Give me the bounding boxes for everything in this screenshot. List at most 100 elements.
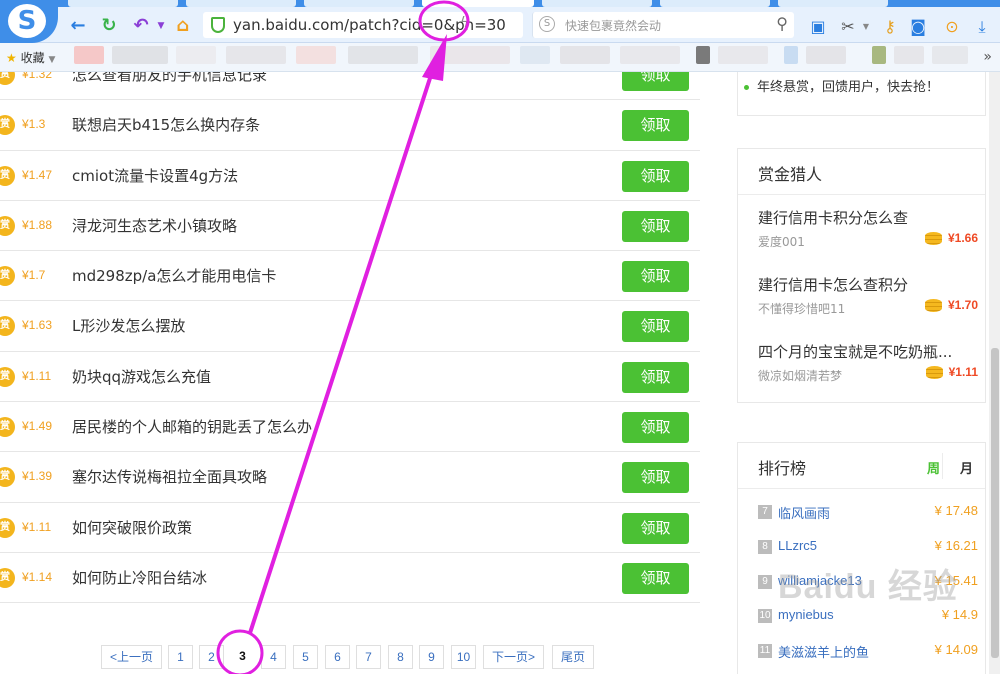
claim-button[interactable]: 领取: [622, 72, 689, 91]
page-9-button[interactable]: 9: [419, 645, 444, 669]
leaderboard-row: 7 临风画雨 ¥ 17.48: [758, 503, 978, 523]
bookmark-item[interactable]: [696, 46, 710, 64]
undo-dropdown-icon[interactable]: ▼: [150, 15, 172, 37]
browser-tab[interactable]: [778, 0, 888, 7]
claim-button[interactable]: 领取: [622, 412, 689, 444]
address-bar[interactable]: yan.baidu.com/patch?cid=0&pn=30 ϟ: [203, 12, 523, 38]
task-title[interactable]: 如何突破限价政策: [72, 517, 192, 538]
back-icon[interactable]: ←: [67, 15, 89, 37]
bookmark-item[interactable]: [226, 46, 286, 64]
bounty-hunter-item[interactable]: 建行信用卡积分怎么查 爱度001 ¥1.66: [758, 207, 978, 249]
bookmark-item[interactable]: [932, 46, 968, 64]
prev-page-button[interactable]: <上一页: [101, 645, 162, 669]
task-title[interactable]: 奶块qq游戏怎么充值: [72, 366, 211, 387]
task-title[interactable]: md298zp/a怎么才能用电信卡: [72, 265, 276, 286]
download-icon[interactable]: ⤓: [972, 17, 992, 37]
undo-close-icon[interactable]: ↶: [130, 15, 152, 37]
hunter-question[interactable]: 四个月的宝宝就是不吃奶瓶...: [758, 341, 978, 362]
scrollbar-thumb[interactable]: [991, 348, 999, 658]
translate-icon[interactable]: ◙: [908, 17, 928, 37]
browser-tab[interactable]: [304, 0, 414, 7]
promo-notice[interactable]: 年终悬赏，回馈用户，快去抢！: [744, 76, 939, 95]
tab-week[interactable]: 周: [927, 462, 940, 477]
hunter-question[interactable]: 建行信用卡怎么查积分: [758, 274, 978, 295]
next-page-button[interactable]: 下一页>: [483, 645, 544, 669]
more-icon[interactable]: ⊙: [942, 17, 962, 37]
hunter-username[interactable]: 微凉如烟清若梦: [758, 367, 842, 384]
key-icon[interactable]: ⚷: [880, 17, 900, 37]
hunter-username[interactable]: 爱度001: [758, 233, 805, 250]
task-title[interactable]: 怎么查看朋友的手机信息记录: [72, 72, 267, 85]
claim-button[interactable]: 领取: [622, 261, 689, 293]
task-title[interactable]: cmiot流量卡设置4g方法: [72, 165, 238, 186]
claim-button[interactable]: 领取: [622, 562, 689, 594]
reader-mode-icon[interactable]: ▣: [808, 17, 828, 37]
browser-tab[interactable]: [660, 0, 770, 7]
coin-stack-icon: [925, 366, 943, 380]
scissors-dropdown-icon[interactable]: ▼: [856, 17, 876, 37]
bookmark-item[interactable]: [348, 46, 418, 64]
task-title[interactable]: 如何防止冷阳台结冰: [72, 567, 207, 588]
bookmark-item[interactable]: [74, 46, 104, 64]
page-10-button[interactable]: 10: [451, 645, 476, 669]
bookmark-item[interactable]: [430, 46, 510, 64]
bookmark-item[interactable]: [894, 46, 924, 64]
refresh-icon[interactable]: ↻: [98, 15, 120, 37]
bookmark-item[interactable]: [718, 46, 768, 64]
bounty-hunter-item[interactable]: 建行信用卡怎么查积分 不懂得珍惜吧11 ¥1.70: [758, 274, 978, 316]
page-6-button[interactable]: 6: [325, 645, 350, 669]
task-title[interactable]: 塞尔达传说梅祖拉全面具攻略: [72, 466, 267, 487]
claim-button[interactable]: 领取: [622, 210, 689, 242]
page-2-button[interactable]: 2: [199, 645, 224, 669]
bookmark-item[interactable]: [620, 46, 680, 64]
favorites-menu[interactable]: ★ 收藏 ▼: [6, 49, 55, 66]
bookmark-item[interactable]: [560, 46, 610, 64]
rank-username[interactable]: myniebus: [778, 607, 834, 622]
rank-username[interactable]: 美滋滋羊上的鱼: [778, 642, 869, 661]
browser-toolbar: ← ↻ ↶ ▼ ⌂ yan.baidu.com/patch?cid=0&pn=3…: [0, 7, 1000, 43]
search-engine-icon[interactable]: S: [539, 16, 555, 32]
claim-button[interactable]: 领取: [622, 462, 689, 494]
page-5-button[interactable]: 5: [293, 645, 318, 669]
hunter-question[interactable]: 建行信用卡积分怎么查: [758, 207, 978, 228]
page-8-button[interactable]: 8: [388, 645, 413, 669]
rank-number: 7: [758, 505, 772, 519]
claim-button[interactable]: 领取: [622, 361, 689, 393]
claim-button[interactable]: 领取: [622, 160, 689, 192]
claim-button[interactable]: 领取: [622, 110, 689, 142]
bookmark-item[interactable]: [296, 46, 336, 64]
bookmark-item[interactable]: [806, 46, 846, 64]
bounty-hunter-item[interactable]: 四个月的宝宝就是不吃奶瓶... 微凉如烟清若梦 ¥1.11: [758, 341, 978, 383]
bookmark-item[interactable]: [784, 46, 798, 64]
claim-button[interactable]: 领取: [622, 512, 689, 544]
home-icon[interactable]: ⌂: [172, 15, 194, 37]
page-scrollbar[interactable]: [989, 72, 1000, 674]
page-7-button[interactable]: 7: [356, 645, 381, 669]
browser-tab-active[interactable]: [422, 0, 534, 7]
search-box[interactable]: S 快速包裹竟然会动 ⚲: [532, 12, 794, 38]
bookmark-item[interactable]: [872, 46, 886, 64]
search-icon[interactable]: ⚲: [776, 14, 788, 33]
task-title[interactable]: 居民楼的个人邮箱的钥匙丢了怎么办: [72, 416, 312, 437]
rank-username[interactable]: LLzrc5: [778, 538, 817, 553]
task-title[interactable]: 浔龙河生态艺术小镇攻略: [72, 215, 237, 236]
lightning-icon[interactable]: ϟ: [460, 15, 469, 31]
bookmark-item[interactable]: [520, 46, 550, 64]
claim-button[interactable]: 领取: [622, 311, 689, 343]
bookmarks-overflow-icon[interactable]: »: [983, 49, 992, 65]
tab-month[interactable]: 月: [960, 462, 973, 477]
rank-username[interactable]: 临风画雨: [778, 503, 830, 522]
browser-tab[interactable]: [68, 0, 178, 7]
last-page-button[interactable]: 尾页: [552, 645, 594, 669]
task-title[interactable]: L形沙发怎么摆放: [72, 315, 185, 336]
page-4-button[interactable]: 4: [261, 645, 286, 669]
page-1-button[interactable]: 1: [168, 645, 193, 669]
browser-tab[interactable]: [542, 0, 652, 7]
leaderboard-row: 8 LLzrc5 ¥ 16.21: [758, 538, 978, 558]
browser-tab[interactable]: [186, 0, 296, 7]
bookmark-item[interactable]: [176, 46, 216, 64]
task-title[interactable]: 联想启天b415怎么换内存条: [72, 114, 260, 135]
bookmark-item[interactable]: [112, 46, 168, 64]
hunter-username[interactable]: 不懂得珍惜吧11: [758, 300, 845, 317]
screenshot-scissors-icon[interactable]: ✂: [838, 17, 858, 37]
